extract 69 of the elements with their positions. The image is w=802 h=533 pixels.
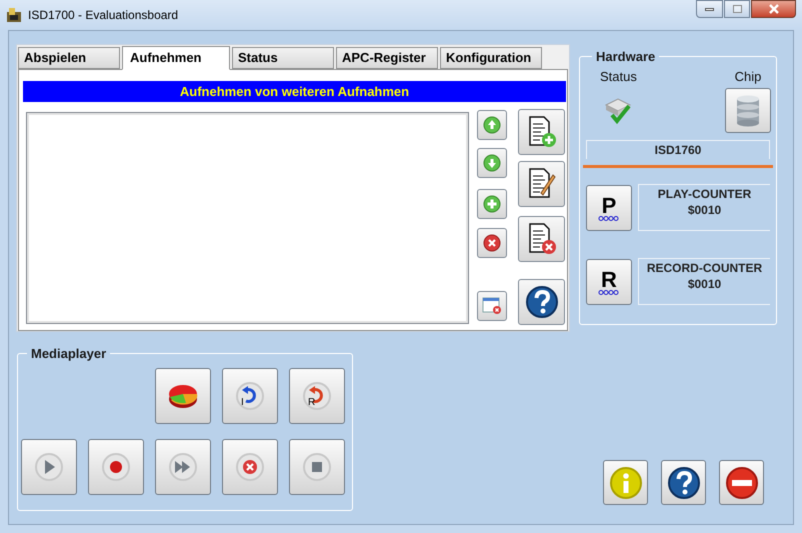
clear-button[interactable]	[477, 291, 507, 321]
counter-button[interactable]: P	[586, 185, 632, 231]
record-button[interactable]	[88, 438, 144, 494]
section-banner: Aufnehmen von weiteren Aufnahmen	[23, 81, 566, 102]
window-title: ISD1700 - Evaluationsboard	[28, 7, 178, 24]
icon-letter: I	[241, 398, 244, 408]
no-entry-icon	[724, 466, 758, 500]
pie-chart-icon	[168, 382, 198, 408]
play-icon	[34, 452, 64, 482]
reset-button[interactable]: R	[289, 368, 345, 424]
tab[interactable]: Aufnehmen	[122, 46, 230, 70]
counter-button[interactable]: R	[586, 259, 632, 305]
close-icon	[768, 4, 780, 14]
document-delete-icon	[526, 222, 556, 256]
tab[interactable]: Abspielen	[18, 47, 120, 69]
icon-letter: R	[308, 398, 316, 408]
help-icon	[524, 285, 558, 319]
counter-value: $0010	[688, 202, 722, 218]
counter-label: RECORD-COUNTER	[646, 260, 762, 276]
close-icon	[483, 234, 501, 252]
down-button[interactable]	[477, 148, 507, 178]
minimize-button[interactable]	[696, 0, 723, 18]
group-title: Hardware	[595, 48, 656, 66]
stop-button[interactable]	[289, 438, 345, 494]
tab[interactable]: APC-Register	[336, 47, 438, 69]
rewind-icon	[235, 380, 265, 410]
plus-icon	[483, 195, 501, 213]
info-button[interactable]	[603, 460, 648, 505]
group-title: Mediaplayer	[30, 345, 108, 363]
fast-forward-icon	[168, 452, 198, 482]
document-add-icon	[526, 115, 556, 149]
counter-value: $0010	[688, 276, 722, 292]
cancel-button[interactable]	[222, 438, 278, 494]
help-button[interactable]	[661, 460, 706, 505]
rewind-button[interactable]: I	[222, 368, 278, 424]
counter-label: PLAY-COUNTER	[658, 186, 752, 202]
help-button[interactable]	[518, 279, 565, 325]
new-button[interactable]	[518, 109, 565, 155]
remove-button[interactable]	[477, 228, 507, 258]
database-icon	[735, 94, 761, 126]
close-icon	[235, 452, 265, 482]
app-icon	[6, 7, 22, 23]
status-label: Status	[600, 68, 637, 86]
chip-label: Chip	[734, 68, 762, 86]
dots-icon	[598, 216, 620, 220]
window-close-icon	[482, 297, 502, 315]
tab[interactable]: Status	[232, 47, 334, 69]
record-icon	[101, 452, 131, 482]
help-icon	[666, 466, 700, 500]
info-icon	[608, 466, 642, 500]
delete-button[interactable]	[518, 216, 565, 262]
chip-button[interactable]	[725, 88, 771, 133]
play-button[interactable]	[21, 438, 77, 494]
forward-button[interactable]	[155, 438, 211, 494]
arrow-down-icon	[483, 154, 501, 172]
up-button[interactable]	[477, 110, 507, 140]
chart-button[interactable]	[155, 368, 211, 424]
close-button[interactable]	[751, 0, 796, 18]
dots-icon	[598, 290, 620, 294]
stop-icon	[302, 452, 332, 482]
rewind-icon	[302, 380, 332, 410]
document-pencil-icon	[526, 167, 556, 201]
add-button[interactable]	[477, 189, 507, 219]
chip-field: ISD1760	[586, 140, 770, 159]
exit-button[interactable]	[719, 460, 764, 505]
edit-button[interactable]	[518, 161, 565, 207]
tab[interactable]: Konfiguration	[440, 47, 542, 69]
arrow-up-icon	[483, 116, 501, 134]
maximize-button[interactable]	[724, 0, 750, 18]
